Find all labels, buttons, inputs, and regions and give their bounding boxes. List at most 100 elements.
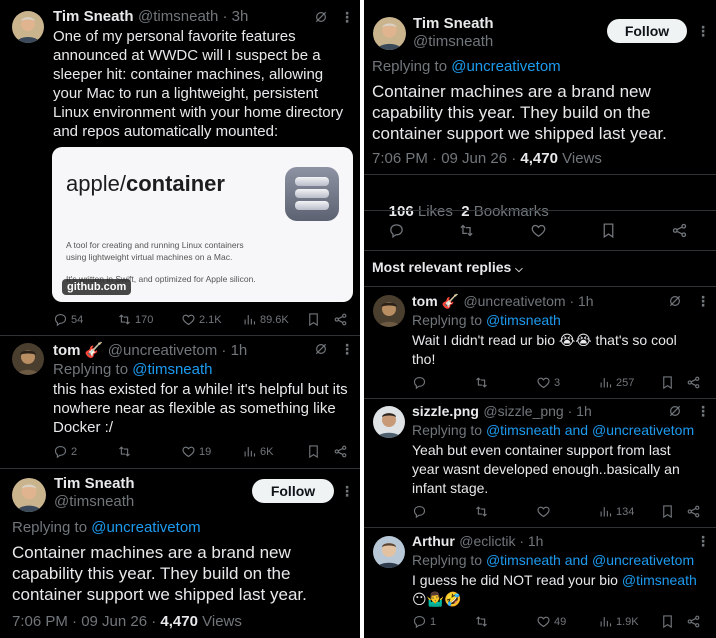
grok-icon[interactable] [314,342,328,356]
like-button[interactable] [536,504,551,519]
author-name[interactable]: tom 🎸 [412,293,459,309]
reply-icon [412,504,427,519]
author-name[interactable]: Tim Sneath [53,8,134,25]
grok-icon[interactable] [668,294,682,308]
views-button[interactable]: 89.6K [242,312,289,327]
more-icon[interactable]: ⋮ [340,10,354,24]
author-name[interactable]: sizzle.png [412,403,479,419]
replying-link[interactable]: @uncreativetom [91,519,200,536]
avatar[interactable] [12,478,46,512]
avatar[interactable] [373,295,405,327]
author-handle-time[interactable]: @sizzle_png · 1h [483,403,591,419]
like-button[interactable]: 3 [536,375,560,390]
repost-button[interactable] [474,614,489,629]
replying-link[interactable]: @timsneath and @uncreativetom [486,422,694,438]
reply-button[interactable]: 2 [53,444,77,459]
like-button[interactable]: 2.1K [181,312,222,327]
replying-link[interactable]: @uncreativetom [451,58,560,75]
views-button[interactable]: 134 [598,504,634,519]
avatar[interactable] [12,343,44,375]
replying-link[interactable]: @timsneath [132,361,212,378]
avatar[interactable] [373,17,406,50]
like-count: 3 [554,376,561,389]
views-button[interactable]: 1.9K [598,614,639,629]
like-button[interactable]: 49 [536,614,566,629]
likes-stat[interactable]: 106 Likes [389,203,462,220]
author-name[interactable]: Tim Sneath [54,475,135,492]
tweet-text: Yeah but even container support from las… [412,441,712,498]
reply-button[interactable]: 1 [412,614,436,629]
tweet-header: Tim Sneath @timsneath · 3h [53,8,248,26]
tweet-text: I guess he did NOT read your bio @timsne… [412,571,712,609]
replying-to: Replying to @timsneath [53,360,212,379]
author-handle-time[interactable]: @uncreativetom · 1h [463,293,593,309]
bookmark-button[interactable] [660,614,675,629]
share-button[interactable] [671,222,688,239]
mention-link[interactable]: @timsneath [622,572,697,588]
grok-icon[interactable] [668,404,682,418]
share-icon [686,614,701,629]
author-name[interactable]: tom 🎸 [53,342,103,359]
replying-link[interactable]: @timsneath [486,312,561,328]
bookmarks-count: 2 [461,203,470,220]
reply-button[interactable] [412,375,427,390]
share-button[interactable] [686,504,701,519]
sort-replies-dropdown[interactable]: Most relevant replies ⌵ [372,259,523,275]
like-count: 49 [554,615,567,628]
bookmark-button[interactable] [660,504,675,519]
follow-button[interactable]: Follow [607,19,687,43]
share-button[interactable] [686,375,701,390]
divider [364,210,716,211]
author-handle-time[interactable]: @eclictik · 1h [459,533,543,549]
like-icon [536,504,551,519]
views-button[interactable]: 6K [242,444,273,459]
tweet-meta: 7:06 PM · 09 Jun 26 · 4,470 Views [372,150,602,167]
avatar[interactable] [12,11,44,43]
reply-button[interactable] [388,222,405,239]
tweet-timestamp[interactable]: 7:06 PM · 09 Jun 26 · [12,613,160,630]
author-handle[interactable]: @timsneath [54,493,134,510]
reply-button[interactable]: 54 [53,312,83,327]
grok-icon[interactable] [314,10,328,24]
share-button[interactable] [686,614,701,629]
repost-button[interactable] [474,375,489,390]
views-icon [598,375,613,390]
more-icon[interactable]: ⋮ [340,484,354,498]
author-name[interactable]: Tim Sneath [413,15,494,32]
more-icon[interactable]: ⋮ [340,342,354,356]
reply-button[interactable] [412,504,427,519]
repost-button[interactable] [458,222,475,239]
bookmark-button[interactable] [660,375,675,390]
share-button[interactable] [333,444,348,459]
like-button[interactable] [530,222,547,239]
chevron-down-icon: ⌵ [515,264,523,275]
views-button[interactable]: 257 [598,375,634,390]
bookmark-button[interactable] [306,312,321,327]
bookmark-button[interactable] [600,222,617,239]
container-app-icon [285,167,339,221]
divider [0,335,360,336]
author-handle-time[interactable]: @uncreativetom · 1h [108,342,247,359]
author-handle-time[interactable]: @timsneath · 3h [138,8,248,25]
repost-button[interactable]: 170 [117,312,153,327]
follow-button[interactable]: Follow [252,479,334,503]
reply-icon [388,222,405,239]
share-button[interactable] [333,312,348,327]
replying-link[interactable]: @timsneath and @uncreativetom [486,552,694,568]
repost-button[interactable] [117,444,135,459]
tweet-timestamp[interactable]: 7:06 PM · 09 Jun 26 · [372,150,520,167]
repost-button[interactable] [474,504,489,519]
more-icon[interactable]: ⋮ [696,404,710,418]
avatar[interactable] [373,536,405,568]
author-name[interactable]: Arthur [412,533,455,549]
bookmark-button[interactable] [306,444,321,459]
link-preview-card[interactable]: apple/container A tool for creating and … [52,147,353,302]
more-icon[interactable]: ⋮ [696,534,710,548]
more-icon[interactable]: ⋮ [696,24,710,38]
avatar[interactable] [373,406,405,438]
like-button[interactable]: 19 [181,444,211,459]
more-icon[interactable]: ⋮ [696,294,710,308]
tweet-actions: 3 257 [412,375,708,393]
bookmarks-stat[interactable]: 2 Bookmarks [461,203,549,220]
author-handle[interactable]: @timsneath [413,33,493,50]
